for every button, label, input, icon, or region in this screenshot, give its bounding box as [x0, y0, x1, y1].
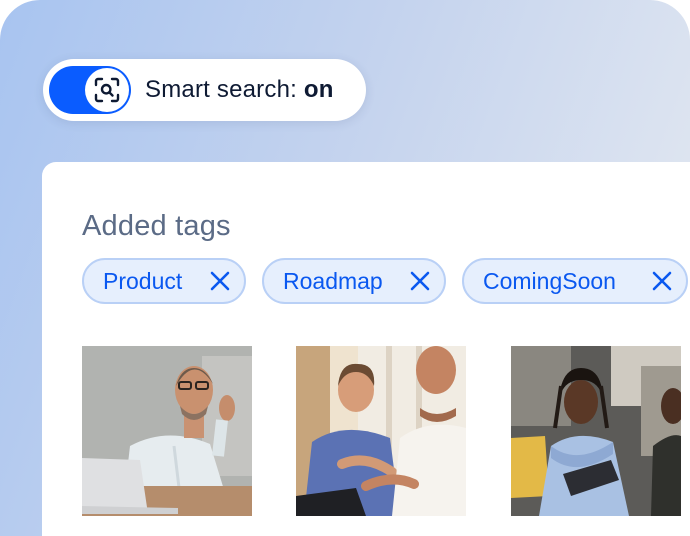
smart-search-pill: Smart search: on: [43, 59, 366, 121]
scan-search-icon: [94, 77, 120, 103]
tags-card: Added tags Product Roadmap ComingSoon: [42, 162, 690, 536]
close-icon: [652, 271, 672, 291]
remove-tag-product-button[interactable]: [208, 269, 232, 293]
close-icon: [410, 271, 430, 291]
toggle-knob: [85, 68, 129, 112]
photo-thumbnail-1[interactable]: [82, 346, 252, 516]
photo-thumbnail-2[interactable]: [296, 346, 466, 516]
smart-search-prefix: Smart search:: [145, 76, 297, 103]
tags-title: Added tags: [82, 210, 231, 242]
smart-search-toggle[interactable]: [49, 66, 131, 114]
tag-comingsoon[interactable]: ComingSoon: [462, 258, 688, 304]
tag-label: Roadmap: [283, 267, 383, 294]
photo-woman-with-tablet: [511, 346, 681, 516]
tag-product[interactable]: Product: [82, 258, 246, 304]
photo-thumbnail-3[interactable]: [511, 346, 681, 516]
photo-man-at-laptop: [82, 346, 252, 516]
tag-label: Product: [103, 267, 183, 294]
tag-roadmap[interactable]: Roadmap: [262, 258, 446, 304]
remove-tag-roadmap-button[interactable]: [408, 269, 432, 293]
background-panel: Smart search: on Added tags Product Road…: [0, 0, 690, 536]
close-icon: [210, 271, 230, 291]
remove-tag-comingsoon-button[interactable]: [650, 269, 674, 293]
smart-search-state: on: [303, 76, 334, 103]
smart-search-label: Smart search: on: [145, 76, 334, 104]
tag-label: ComingSoon: [483, 267, 616, 294]
photo-two-men-talking: [296, 346, 466, 516]
